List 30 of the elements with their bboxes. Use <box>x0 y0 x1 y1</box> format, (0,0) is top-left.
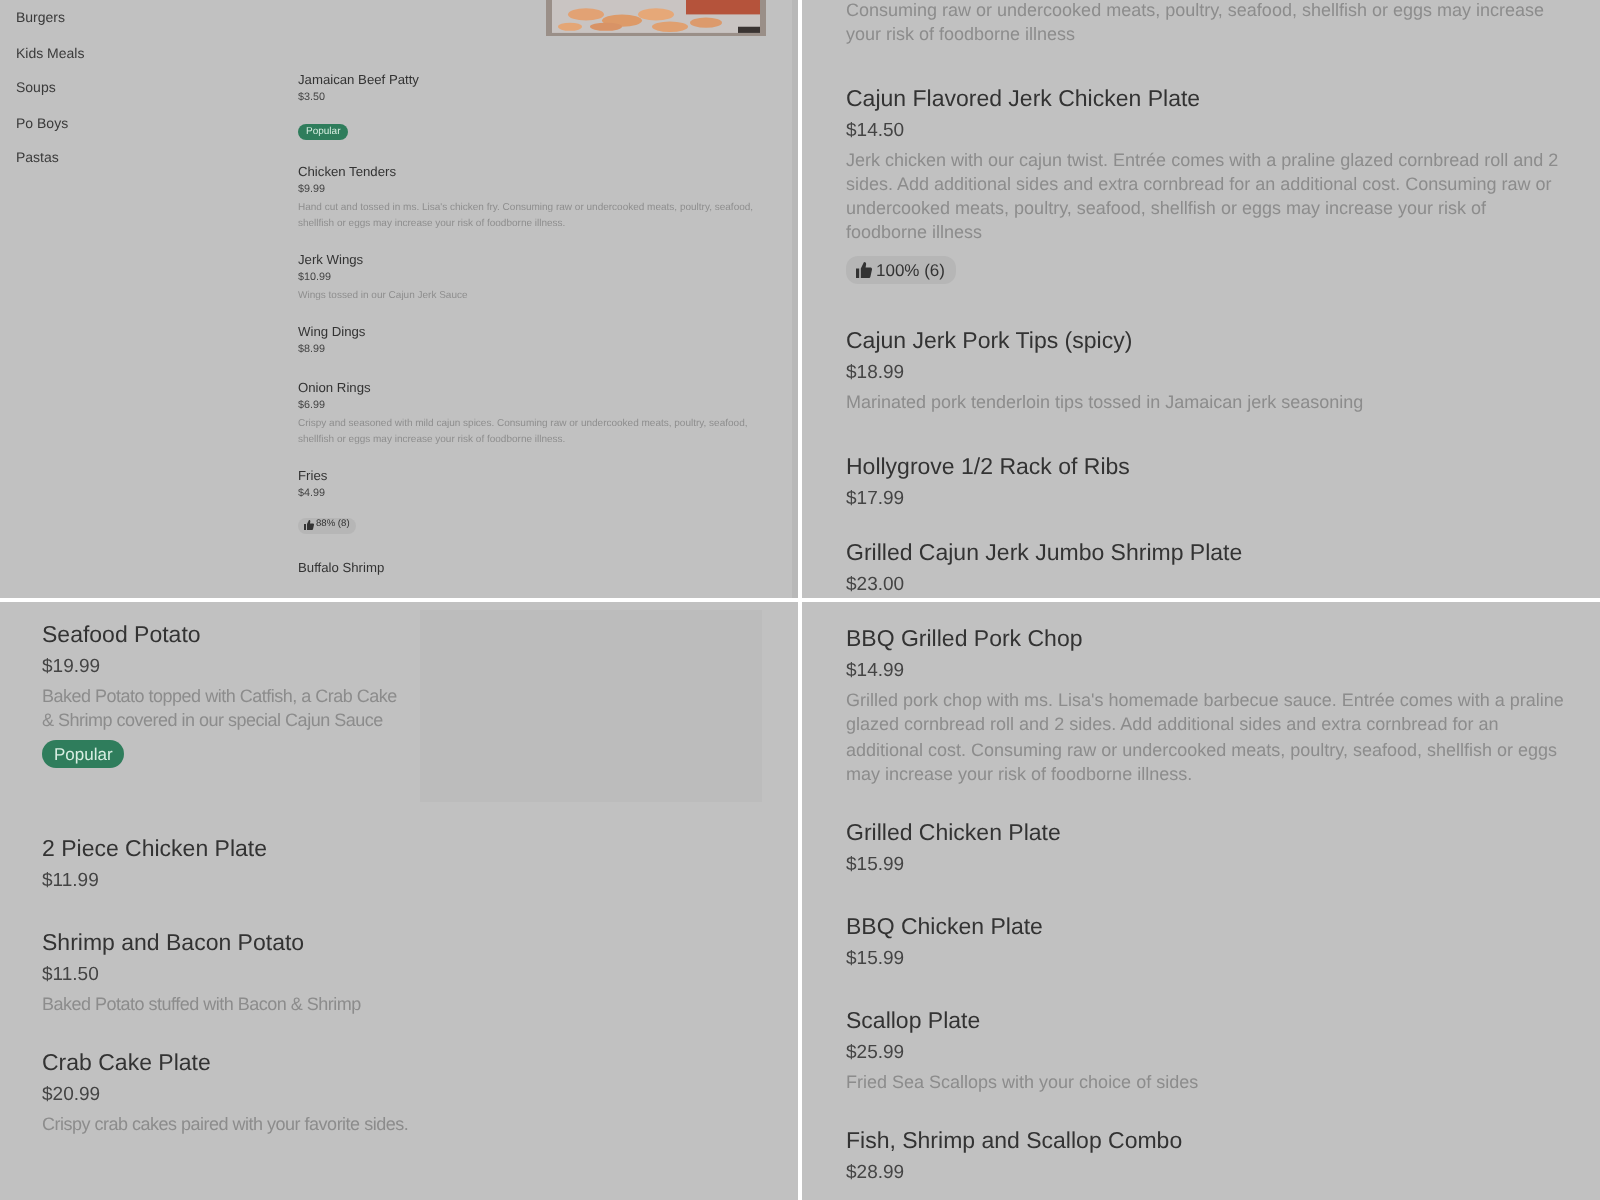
item-price: $15.99 <box>846 852 907 881</box>
item-name[interactable]: Shrimp and Bacon Potato <box>42 930 762 960</box>
item-price: $19.99 <box>42 654 103 682</box>
thumbs-up-icon <box>856 261 872 278</box>
item-price: $11.99 <box>42 868 101 896</box>
item-price: $14.99 <box>846 658 907 686</box>
item-name[interactable]: Cajun Jerk Pork Tips (spicy) <box>846 327 1566 358</box>
item-price: $25.99 <box>846 1040 907 1069</box>
item-name[interactable]: BBQ Chicken Plate <box>846 914 1566 945</box>
item-price: $15.99 <box>846 946 907 975</box>
item-name[interactable]: 2 Piece Chicken Plate <box>42 836 762 866</box>
item-name[interactable]: Hollygrove 1/2 Rack of Ribs <box>846 454 1566 485</box>
item-price: $20.99 <box>42 1082 103 1111</box>
item-price: $17.99 <box>846 486 907 515</box>
item-price: $23.00 <box>846 572 907 598</box>
item-price: $14.50 <box>846 117 907 146</box>
popular-badge: Popular <box>42 739 125 768</box>
item-name[interactable]: Crab Cake Plate <box>42 1050 762 1081</box>
item-name[interactable]: Grilled Chicken Plate <box>846 820 1566 851</box>
item-price: $11.50 <box>42 962 101 990</box>
item-name[interactable]: BBQ Grilled Pork Chop <box>846 626 1566 656</box>
item-name[interactable]: Scallop Plate <box>846 1008 1566 1039</box>
item-price: $28.99 <box>846 1160 907 1189</box>
item-name[interactable]: Seafood Potato <box>42 622 404 652</box>
item-price: $18.99 <box>846 359 907 388</box>
rating-badge: 100% (6) <box>846 255 955 284</box>
thumbs-up-icon <box>304 520 314 530</box>
item-name[interactable]: Cajun Flavored Jerk Chicken Plate <box>846 85 1566 116</box>
item-name[interactable]: Grilled Cajun Jerk Jumbo Shrimp Plate <box>846 540 1566 571</box>
item-name[interactable]: Fish, Shrimp and Scallop Combo <box>846 1128 1566 1159</box>
